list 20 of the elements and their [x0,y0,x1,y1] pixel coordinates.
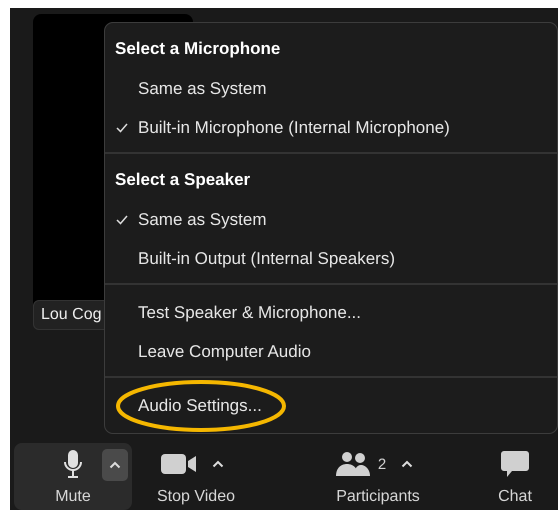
menu-item[interactable]: Test Speaker & Microphone... [138,302,362,322]
participant-count: 2 [378,456,386,472]
caret-icon [212,460,224,468]
video-camera-icon [161,453,197,475]
chat-bubble-icon [500,450,530,478]
menu-item[interactable]: Built-in Output (Internal Speakers) [138,248,396,268]
menu-item[interactable]: Leave Computer Audio [138,342,311,362]
people-icon [336,451,370,477]
toolbar-button[interactable]: Chat [478,443,552,510]
menu-item[interactable]: Same as System [138,78,266,98]
caret-icon [401,460,414,468]
menu-heading: Select a Microphone [114,38,282,60]
toolbar-button[interactable]: Mute [14,443,132,510]
menu-item[interactable]: Same as System [138,210,266,230]
toolbar-button[interactable]: 2 Participants [308,443,448,510]
menu-heading: Select a Speaker [114,169,252,191]
microphone-icon [63,449,83,479]
caret-icon [109,461,121,469]
toolbar-button[interactable]: Stop Video [132,443,260,510]
menu-item[interactable]: Built-in Microphone (Internal Microphone) [138,118,450,138]
